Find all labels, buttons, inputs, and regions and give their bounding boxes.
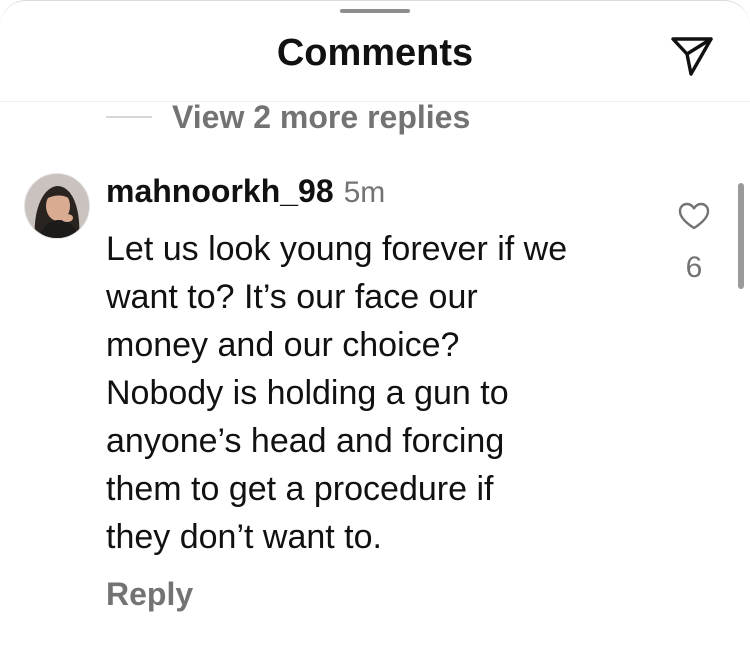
comment-timestamp: 5m bbox=[343, 176, 386, 209]
comment-meta: mahnoorkh_98 5m bbox=[106, 173, 656, 219]
share-button[interactable] bbox=[664, 31, 720, 81]
replies-divider bbox=[106, 116, 152, 118]
page-title: Comments bbox=[276, 32, 474, 74]
comment-username[interactable]: mahnoorkh_98 bbox=[106, 173, 334, 210]
view-more-replies-button[interactable]: View 2 more replies bbox=[106, 95, 470, 139]
scrollbar[interactable] bbox=[738, 183, 744, 289]
comment-like: 6 bbox=[666, 201, 722, 285]
reply-button[interactable]: Reply bbox=[106, 576, 193, 613]
comment-text: Let us look young forever if we want to?… bbox=[106, 230, 568, 556]
profile-photo bbox=[25, 174, 89, 238]
view-more-replies-label: View 2 more replies bbox=[172, 98, 471, 135]
comment: mahnoorkh_98 5m Let us look young foreve… bbox=[106, 173, 656, 561]
avatar[interactable] bbox=[24, 173, 90, 239]
comments-header: Comments bbox=[0, 1, 750, 102]
like-count: 6 bbox=[685, 251, 703, 284]
comments-sheet: Comments View 2 more replies mahnoorkh_9… bbox=[0, 0, 750, 650]
paper-plane-icon bbox=[671, 37, 713, 76]
heart-icon[interactable] bbox=[677, 201, 711, 231]
